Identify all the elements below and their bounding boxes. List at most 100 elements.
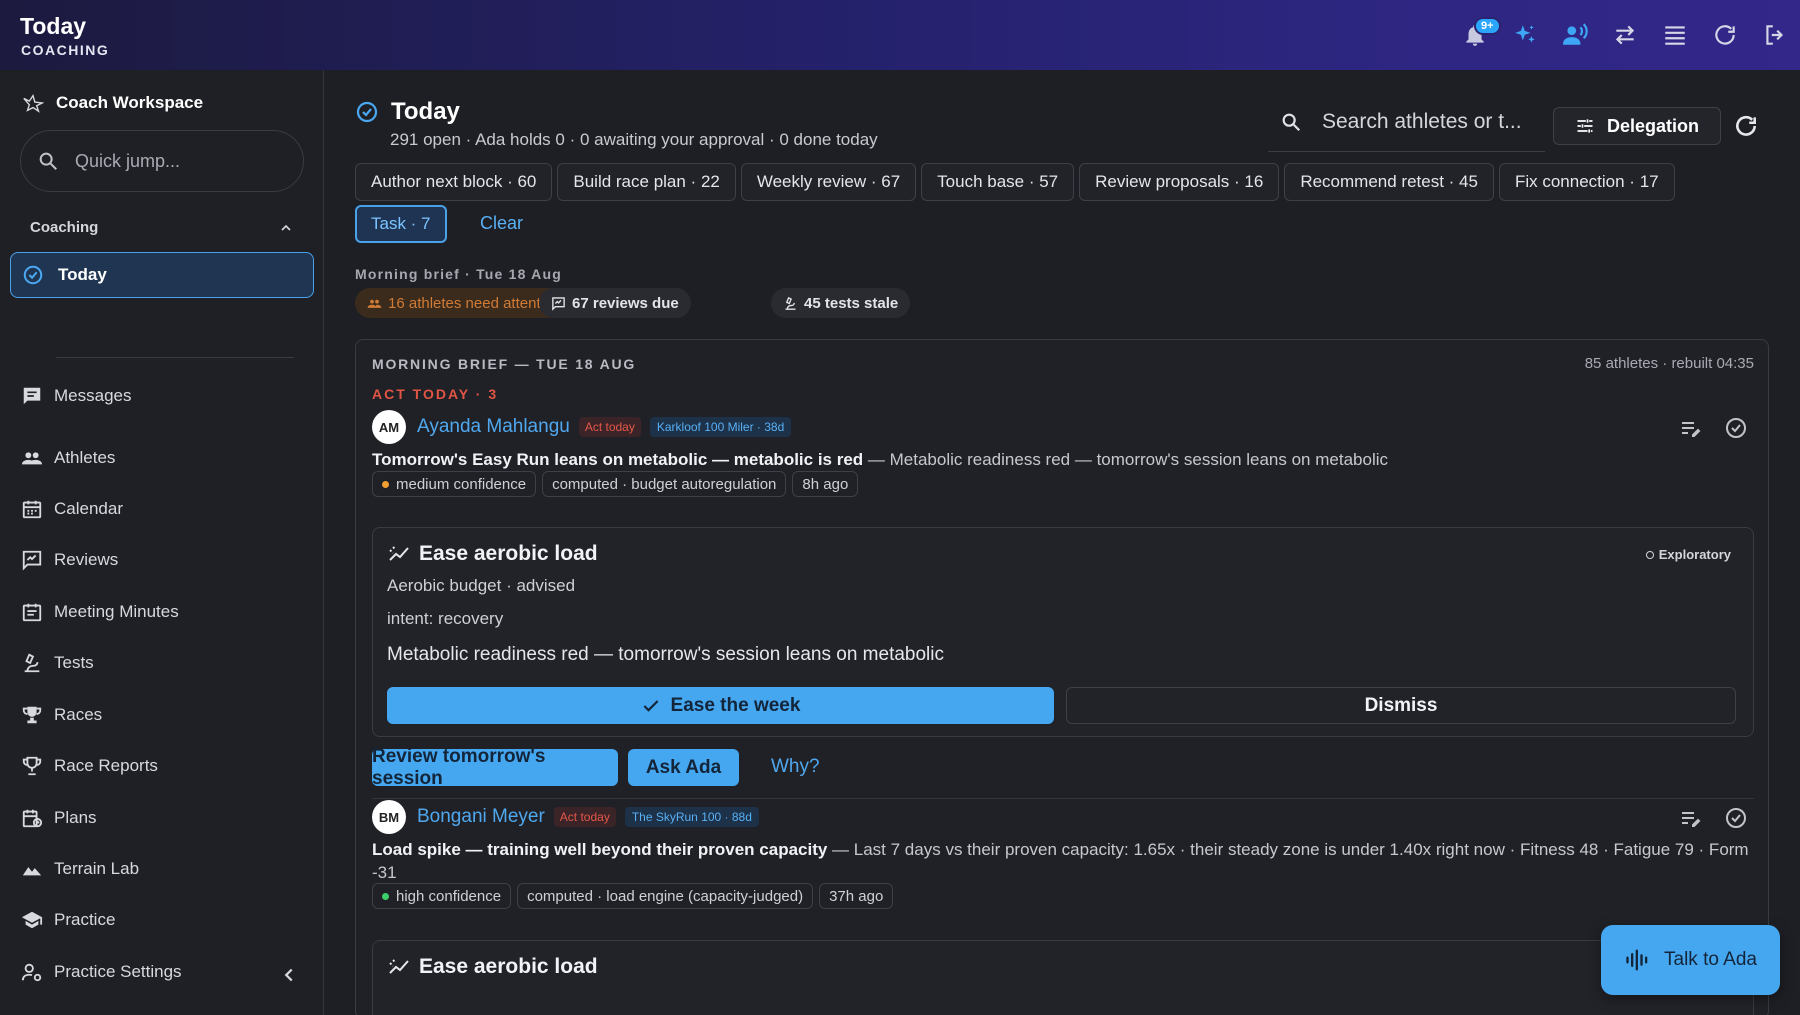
alert-headline: Load spike — training well beyond their …: [372, 838, 1757, 884]
logout-button[interactable]: [1750, 0, 1800, 70]
athlete-name-link[interactable]: Ayanda Mahlangu: [417, 416, 570, 438]
main-content: Today 291 open · Ada holds 0 · 0 awaitin…: [325, 70, 1800, 1015]
card-heading: MORNING BRIEF — TUE 18 AUG: [372, 356, 637, 372]
action-title: Ease aerobic load: [387, 955, 598, 979]
section-coaching[interactable]: Coaching: [30, 219, 294, 236]
page-stats: 291 open · Ada holds 0 · 0 awaiting your…: [390, 130, 878, 149]
talk-to-ada-button[interactable]: Talk to Ada: [1601, 925, 1780, 995]
action-title-text: Ease aerobic load: [419, 955, 598, 978]
sidebar-item-meeting-minutes[interactable]: Meeting Minutes: [21, 597, 179, 627]
filter-chip[interactable]: Review proposals · 16: [1079, 163, 1280, 201]
user-settings-icon: [21, 963, 42, 982]
sidebar-item-messages[interactable]: Messages: [21, 381, 131, 411]
reviews-due-pill[interactable]: 67 reviews due: [539, 288, 691, 318]
confidence-text: medium confidence: [396, 475, 527, 493]
review-icon: [552, 296, 565, 311]
sidebar-item-today[interactable]: Today: [10, 252, 314, 298]
sidebar-item-label: Practice Settings: [54, 962, 182, 981]
logout-icon: [1766, 25, 1784, 45]
sidebar-item-label: Athletes: [54, 448, 116, 467]
snooze-list-icon[interactable]: [1678, 806, 1702, 830]
exploratory-badge: Exploratory: [1645, 547, 1731, 562]
refresh-icon: [1715, 25, 1735, 45]
action-proposal-card: Ease aerobic load: [372, 940, 1754, 1015]
filter-chip[interactable]: Fix connection · 17: [1498, 163, 1675, 201]
filter-chip-active[interactable]: Task · 7: [355, 205, 447, 243]
sidebar-item-races[interactable]: Races: [21, 700, 102, 730]
reload-button[interactable]: [1700, 0, 1750, 70]
workspace-header[interactable]: Coach Workspace: [22, 92, 203, 114]
chat-icon: [23, 387, 41, 405]
sidebar-item-reviews[interactable]: Reviews: [21, 545, 118, 575]
sidebar-item-label: Messages: [54, 386, 132, 405]
filter-chip[interactable]: Weekly review · 67: [740, 163, 917, 201]
school-icon: [21, 911, 43, 929]
race-tag: The SkyRun 100 · 88d: [624, 807, 759, 827]
filter-chip[interactable]: Build race plan · 22: [557, 163, 736, 201]
ai-sparkle-button[interactable]: [1500, 0, 1550, 70]
top-bar: Today COACHING 9+: [0, 0, 1800, 70]
switch-button[interactable]: [1600, 0, 1650, 70]
act-today-label: ACT TODAY · 3: [372, 386, 499, 402]
source-chip: computed · budget autoregulation: [542, 471, 787, 497]
menu-button[interactable]: [1650, 0, 1700, 70]
filter-chip[interactable]: Touch base · 57: [921, 163, 1075, 201]
notifications-button[interactable]: 9+: [1450, 0, 1501, 70]
quick-jump-input[interactable]: Quick jump...: [20, 130, 304, 192]
age-chip: 37h ago: [819, 883, 894, 909]
action-proposal-card: Ease aerobic load Exploratory Aerobic bu…: [372, 527, 1754, 737]
athlete-name-link[interactable]: Bongani Meyer: [417, 806, 545, 828]
check-circle-icon[interactable]: [1724, 416, 1748, 440]
tests-stale-pill[interactable]: 45 tests stale: [771, 288, 911, 318]
sidebar-item-tests[interactable]: Tests: [21, 648, 94, 678]
snooze-list-icon[interactable]: [1678, 416, 1702, 440]
quick-jump-placeholder: Quick jump...: [75, 150, 181, 171]
workspace-name: Coach Workspace: [56, 93, 204, 112]
confidence-dot: [382, 480, 389, 488]
filter-chip[interactable]: Recommend retest · 45: [1284, 163, 1494, 201]
plan-calendar-icon: [22, 809, 43, 828]
sidebar-item-label: Plans: [54, 808, 97, 827]
collapse-sidebar-icon[interactable]: [278, 964, 300, 986]
ask-ada-button[interactable]: Ask Ada: [628, 749, 739, 786]
sidebar-item-practice[interactable]: Practice: [21, 905, 115, 935]
app-title: Today: [20, 13, 87, 39]
sidebar-divider: [56, 357, 294, 358]
sidebar-item-label: Terrain Lab: [54, 859, 140, 878]
review-session-button[interactable]: Review tomorrow's session: [372, 746, 618, 789]
delegation-button[interactable]: Delegation: [1553, 107, 1721, 145]
why-link[interactable]: Why?: [771, 756, 820, 778]
sidebar-item-label: Tests: [54, 653, 94, 672]
sidebar-item-plans[interactable]: Plans: [21, 803, 97, 833]
budget-text: Aerobic budget · advised: [387, 576, 576, 595]
sidebar-item-race-reports[interactable]: Race Reports: [21, 751, 158, 781]
clear-filters-link[interactable]: Clear: [480, 213, 523, 234]
avatar: AM: [372, 410, 406, 444]
sidebar-item-practice-settings[interactable]: Practice Settings: [21, 957, 182, 987]
sidebar-item-athletes[interactable]: Athletes: [21, 443, 115, 473]
search-input[interactable]: Search athletes or t...: [1268, 92, 1545, 152]
sidebar-item-terrain-lab[interactable]: Terrain Lab: [21, 854, 139, 884]
search-icon: [1282, 113, 1301, 131]
alert-headline: Tomorrow's Easy Run leans on metabolic —…: [372, 448, 1757, 471]
check-circle-icon: [356, 101, 378, 123]
tests-stale-text: 45 tests stale: [804, 294, 899, 312]
dismiss-button[interactable]: Dismiss: [1066, 687, 1736, 724]
ease-week-button[interactable]: Ease the week: [387, 687, 1054, 724]
sidebar-item-calendar[interactable]: Calendar: [21, 494, 123, 524]
action-title-text: Ease aerobic load: [419, 542, 598, 565]
voice-coach-button[interactable]: [1550, 0, 1600, 70]
confidence-chip: medium confidence: [372, 471, 537, 497]
sidebar-item-label: Today: [58, 265, 107, 284]
trend-down-icon: [389, 546, 409, 561]
alert-title: Tomorrow's Easy Run leans on metabolic —…: [372, 450, 864, 469]
filter-chip[interactable]: Author next block · 60: [355, 163, 553, 201]
confidence-text: high confidence: [396, 887, 502, 905]
sidebar-item-label: Practice: [54, 910, 116, 929]
swap-icon: [1615, 25, 1635, 45]
athlete-row: AM Ayanda Mahlangu Act today Karkloof 10…: [372, 410, 792, 444]
page-title: Today: [355, 98, 460, 126]
tune-icon: [1577, 119, 1593, 133]
check-circle-icon[interactable]: [1724, 806, 1748, 830]
refresh-icon[interactable]: [1733, 113, 1759, 139]
